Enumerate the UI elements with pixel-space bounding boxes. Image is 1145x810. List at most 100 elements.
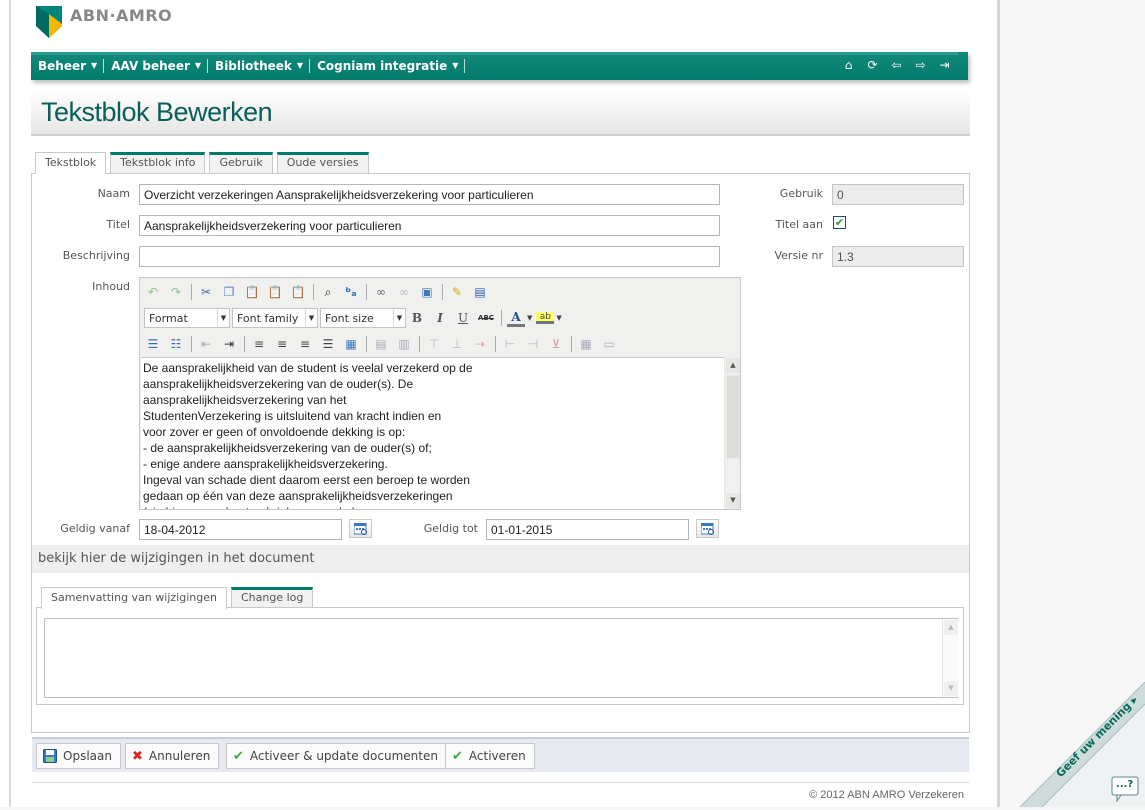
row-after-icon[interactable]: ⊥ bbox=[448, 335, 466, 353]
nav-item-bibliotheek[interactable]: Bibliotheek ▼ bbox=[208, 59, 311, 73]
geldig-vanaf-calendar-button[interactable] bbox=[349, 519, 372, 538]
versie-nr-label: Versie nr bbox=[774, 249, 823, 262]
col-after-icon[interactable]: ⊣ bbox=[524, 335, 542, 353]
outdent-icon[interactable]: ⇤ bbox=[197, 335, 215, 353]
titel-label: Titel bbox=[106, 218, 130, 231]
refresh-icon[interactable]: ⟳ bbox=[865, 58, 880, 72]
naam-label: Naam bbox=[97, 187, 130, 200]
font-size-select[interactable]: Font size ▼ bbox=[320, 308, 406, 328]
geldig-tot-input[interactable]: 01-01-2015 bbox=[486, 519, 689, 540]
nav-item-aav-beheer[interactable]: AAV beheer ▼ bbox=[104, 59, 209, 73]
tab-samenvatting-van-wijzigingen[interactable]: Samenvatting van wijzigingen bbox=[41, 587, 227, 609]
page-title: Tekstblok Bewerken bbox=[41, 97, 273, 127]
align-center-icon[interactable]: ≡ bbox=[273, 335, 291, 353]
tab-change-log[interactable]: Change log bbox=[230, 587, 314, 608]
save-button-label: Opslaan bbox=[63, 749, 112, 763]
feedback-corner[interactable]: Geef uw mening ▸ ...? bbox=[1019, 681, 1145, 808]
activate-button[interactable]: ✔ Activeren bbox=[445, 743, 535, 769]
beschrijving-input[interactable] bbox=[139, 246, 720, 267]
tab-tekstblok[interactable]: Tekstblok bbox=[35, 152, 107, 174]
summary-textarea[interactable] bbox=[44, 618, 958, 698]
scroll-up-icon[interactable]: ▲ bbox=[944, 620, 958, 635]
table-row-props-icon[interactable]: ▤ bbox=[372, 335, 390, 353]
content-line: (zie hiervoor ook art. rubriek aansprake… bbox=[143, 504, 723, 509]
chevron-down-icon[interactable]: ▼ bbox=[556, 314, 561, 322]
feedback-bubble-icon: ...? bbox=[1116, 779, 1134, 790]
strikethrough-button[interactable]: ABC bbox=[477, 309, 495, 327]
back-icon[interactable]: ⇦ bbox=[889, 58, 904, 72]
changes-heading: bekijk hier de wijzigingen in het docume… bbox=[32, 545, 969, 573]
redo-icon[interactable]: ↷ bbox=[167, 283, 185, 301]
delete-row-icon[interactable]: ⇢ bbox=[471, 335, 489, 353]
undo-icon[interactable]: ↶ bbox=[144, 283, 162, 301]
unlink-icon[interactable]: ∞ bbox=[395, 283, 413, 301]
chevron-down-icon: ▼ bbox=[194, 61, 202, 70]
cut-icon[interactable]: ✂ bbox=[197, 283, 215, 301]
geldig-vanaf-input[interactable]: 18-04-2012 bbox=[139, 519, 342, 540]
editor-content[interactable]: De aansprakelijkheid van de student is v… bbox=[141, 357, 725, 509]
nav-item-cogniam-integratie[interactable]: Cogniam integratie ▼ bbox=[310, 59, 466, 73]
format-select-value: Format bbox=[149, 311, 188, 325]
table-cell-props-icon[interactable]: ▥ bbox=[395, 335, 413, 353]
underline-button[interactable]: U bbox=[454, 309, 472, 327]
editor-scrollbar[interactable]: ▲ ▼ bbox=[724, 357, 740, 509]
save-button[interactable]: Opslaan bbox=[36, 743, 121, 769]
align-justify-icon[interactable]: ☰ bbox=[319, 335, 337, 353]
scroll-down-icon[interactable]: ▼ bbox=[726, 493, 740, 508]
replace-icon[interactable]: ᵇₐ bbox=[342, 283, 360, 301]
bullet-list-icon[interactable]: ☰ bbox=[144, 335, 162, 353]
geldig-tot-calendar-button[interactable] bbox=[696, 519, 719, 538]
italic-button[interactable]: I bbox=[431, 309, 449, 327]
paste-icon[interactable]: 📋 bbox=[243, 283, 261, 301]
scroll-down-icon[interactable]: ▼ bbox=[944, 681, 958, 696]
paste-word-icon[interactable]: 📋 bbox=[289, 283, 307, 301]
tab-gebruik[interactable]: Gebruik bbox=[209, 152, 273, 173]
calendar-icon bbox=[353, 522, 367, 535]
summary-scrollbar[interactable]: ▲ ▼ bbox=[942, 619, 958, 697]
titel-aan-checkbox[interactable]: ✔ bbox=[833, 216, 846, 229]
split-cells-icon[interactable]: ▦ bbox=[577, 335, 595, 353]
col-before-icon[interactable]: ⊢ bbox=[501, 335, 519, 353]
find-icon[interactable]: ⌕ bbox=[319, 283, 337, 301]
numbered-list-icon[interactable]: ☷ bbox=[167, 335, 185, 353]
align-right-icon[interactable]: ≡ bbox=[296, 335, 314, 353]
paste-text-icon[interactable]: 📋 bbox=[266, 283, 284, 301]
font-family-select[interactable]: Font family ▼ bbox=[232, 308, 318, 328]
indent-icon[interactable]: ⇥ bbox=[220, 335, 238, 353]
html-source-icon[interactable]: ▤ bbox=[471, 283, 489, 301]
bold-button[interactable]: B bbox=[408, 309, 426, 327]
titel-input[interactable]: Aansprakelijkheidsverzekering voor parti… bbox=[139, 215, 720, 236]
link-icon[interactable]: ∞ bbox=[372, 283, 390, 301]
geldig-vanaf-label: Geldig vanaf bbox=[60, 522, 130, 535]
logo-shield-icon bbox=[36, 6, 62, 38]
delete-col-icon[interactable]: ⊻ bbox=[547, 335, 565, 353]
logout-icon[interactable]: ⇥ bbox=[937, 58, 952, 72]
tab-tekstblok-info[interactable]: Tekstblok info bbox=[110, 152, 206, 173]
text-color-button[interactable]: A bbox=[507, 309, 525, 327]
editor-toolbar-row-3: ☰ ☷ ⇤ ⇥ ≡ ≡ ≡ ☰ ▦ ▤ ▥ ⊤ ⊥ ⇢ ⊢ ⊣ ⊻ ▦ ▭ bbox=[144, 333, 623, 355]
cancel-button[interactable]: ✖ Annuleren bbox=[125, 743, 220, 769]
chevron-down-icon[interactable]: ▼ bbox=[527, 314, 532, 322]
font-family-select-value: Font family bbox=[237, 311, 299, 325]
nav-label: Bibliotheek bbox=[215, 59, 292, 73]
format-select[interactable]: Format ▼ bbox=[144, 308, 230, 328]
forward-icon[interactable]: ⇨ bbox=[913, 58, 928, 72]
row-before-icon[interactable]: ⊤ bbox=[425, 335, 443, 353]
versie-nr-field: 1.3 bbox=[832, 246, 964, 267]
cleanup-icon[interactable]: ✎ bbox=[448, 283, 466, 301]
copy-icon[interactable]: ❐ bbox=[220, 283, 238, 301]
home-icon[interactable]: ⌂ bbox=[841, 58, 856, 72]
tab-oude-versies[interactable]: Oude versies bbox=[276, 152, 369, 173]
activate-update-documents-button[interactable]: ✔ Activeer & update documenten bbox=[226, 743, 447, 769]
align-left-icon[interactable]: ≡ bbox=[250, 335, 268, 353]
naam-input[interactable]: Overzicht verzekeringen Aansprakelijkhei… bbox=[139, 184, 720, 205]
merge-cells-icon[interactable]: ▭ bbox=[600, 335, 618, 353]
nav-item-beheer[interactable]: Beheer ▼ bbox=[31, 59, 105, 73]
insert-image-icon[interactable]: ▣ bbox=[418, 283, 436, 301]
highlight-color-button[interactable]: ab bbox=[536, 312, 555, 324]
insert-table-icon[interactable]: ▦ bbox=[342, 335, 360, 353]
abn-amro-logo[interactable]: ABN·AMRO bbox=[36, 6, 172, 38]
content-line: - de aansprakelijkheidsverzekering van d… bbox=[143, 441, 432, 455]
scroll-thumb[interactable] bbox=[726, 375, 740, 459]
scroll-up-icon[interactable]: ▲ bbox=[726, 358, 740, 373]
